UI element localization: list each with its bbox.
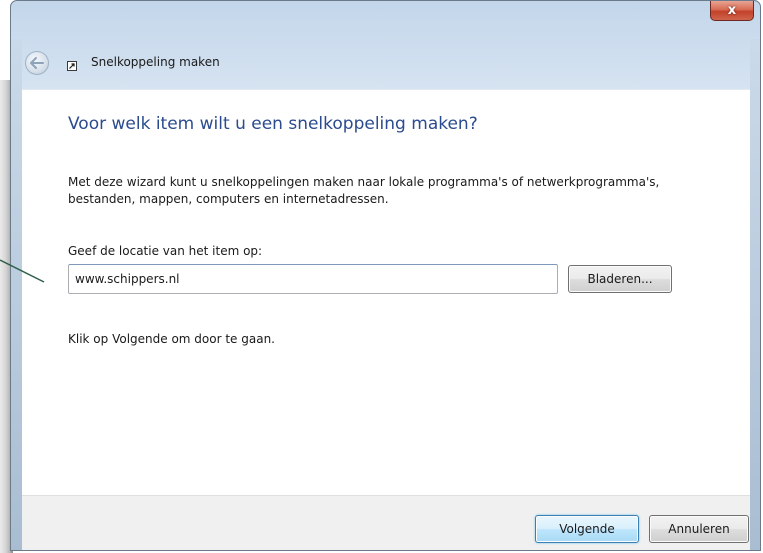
- location-input[interactable]: [68, 264, 558, 294]
- window-frame-left: [11, 39, 22, 550]
- wizard-header: Snelkoppeling maken: [11, 39, 760, 89]
- back-arrow-icon: [30, 57, 44, 69]
- stage: x Snelkoppeling maken Voor welk item wil…: [0, 0, 763, 553]
- next-button[interactable]: Volgende: [535, 515, 639, 543]
- wizard-content: Voor welk item wilt u een snelkoppeling …: [22, 89, 750, 496]
- close-button[interactable]: x: [710, 1, 754, 21]
- continue-instruction: Klik op Volgende om door te gaan.: [68, 332, 275, 346]
- wizard-footer: Volgende Annuleren: [22, 495, 750, 550]
- back-button[interactable]: [25, 51, 49, 75]
- window-frame-right: [750, 39, 760, 550]
- cancel-button[interactable]: Annuleren: [649, 515, 749, 543]
- wizard-window: x Snelkoppeling maken Voor welk item wil…: [10, 0, 761, 551]
- close-icon: x: [727, 3, 737, 18]
- title-bar: x: [11, 1, 760, 39]
- shortcut-icon: [67, 61, 77, 71]
- browse-button[interactable]: Bladeren...: [568, 265, 672, 293]
- page-description: Met deze wizard kunt u snelkoppelingen m…: [68, 175, 660, 206]
- window-title: Snelkoppeling maken: [91, 55, 220, 69]
- location-label: Geef de locatie van het item op:: [68, 244, 263, 258]
- page-heading: Voor welk item wilt u een snelkoppeling …: [68, 114, 478, 134]
